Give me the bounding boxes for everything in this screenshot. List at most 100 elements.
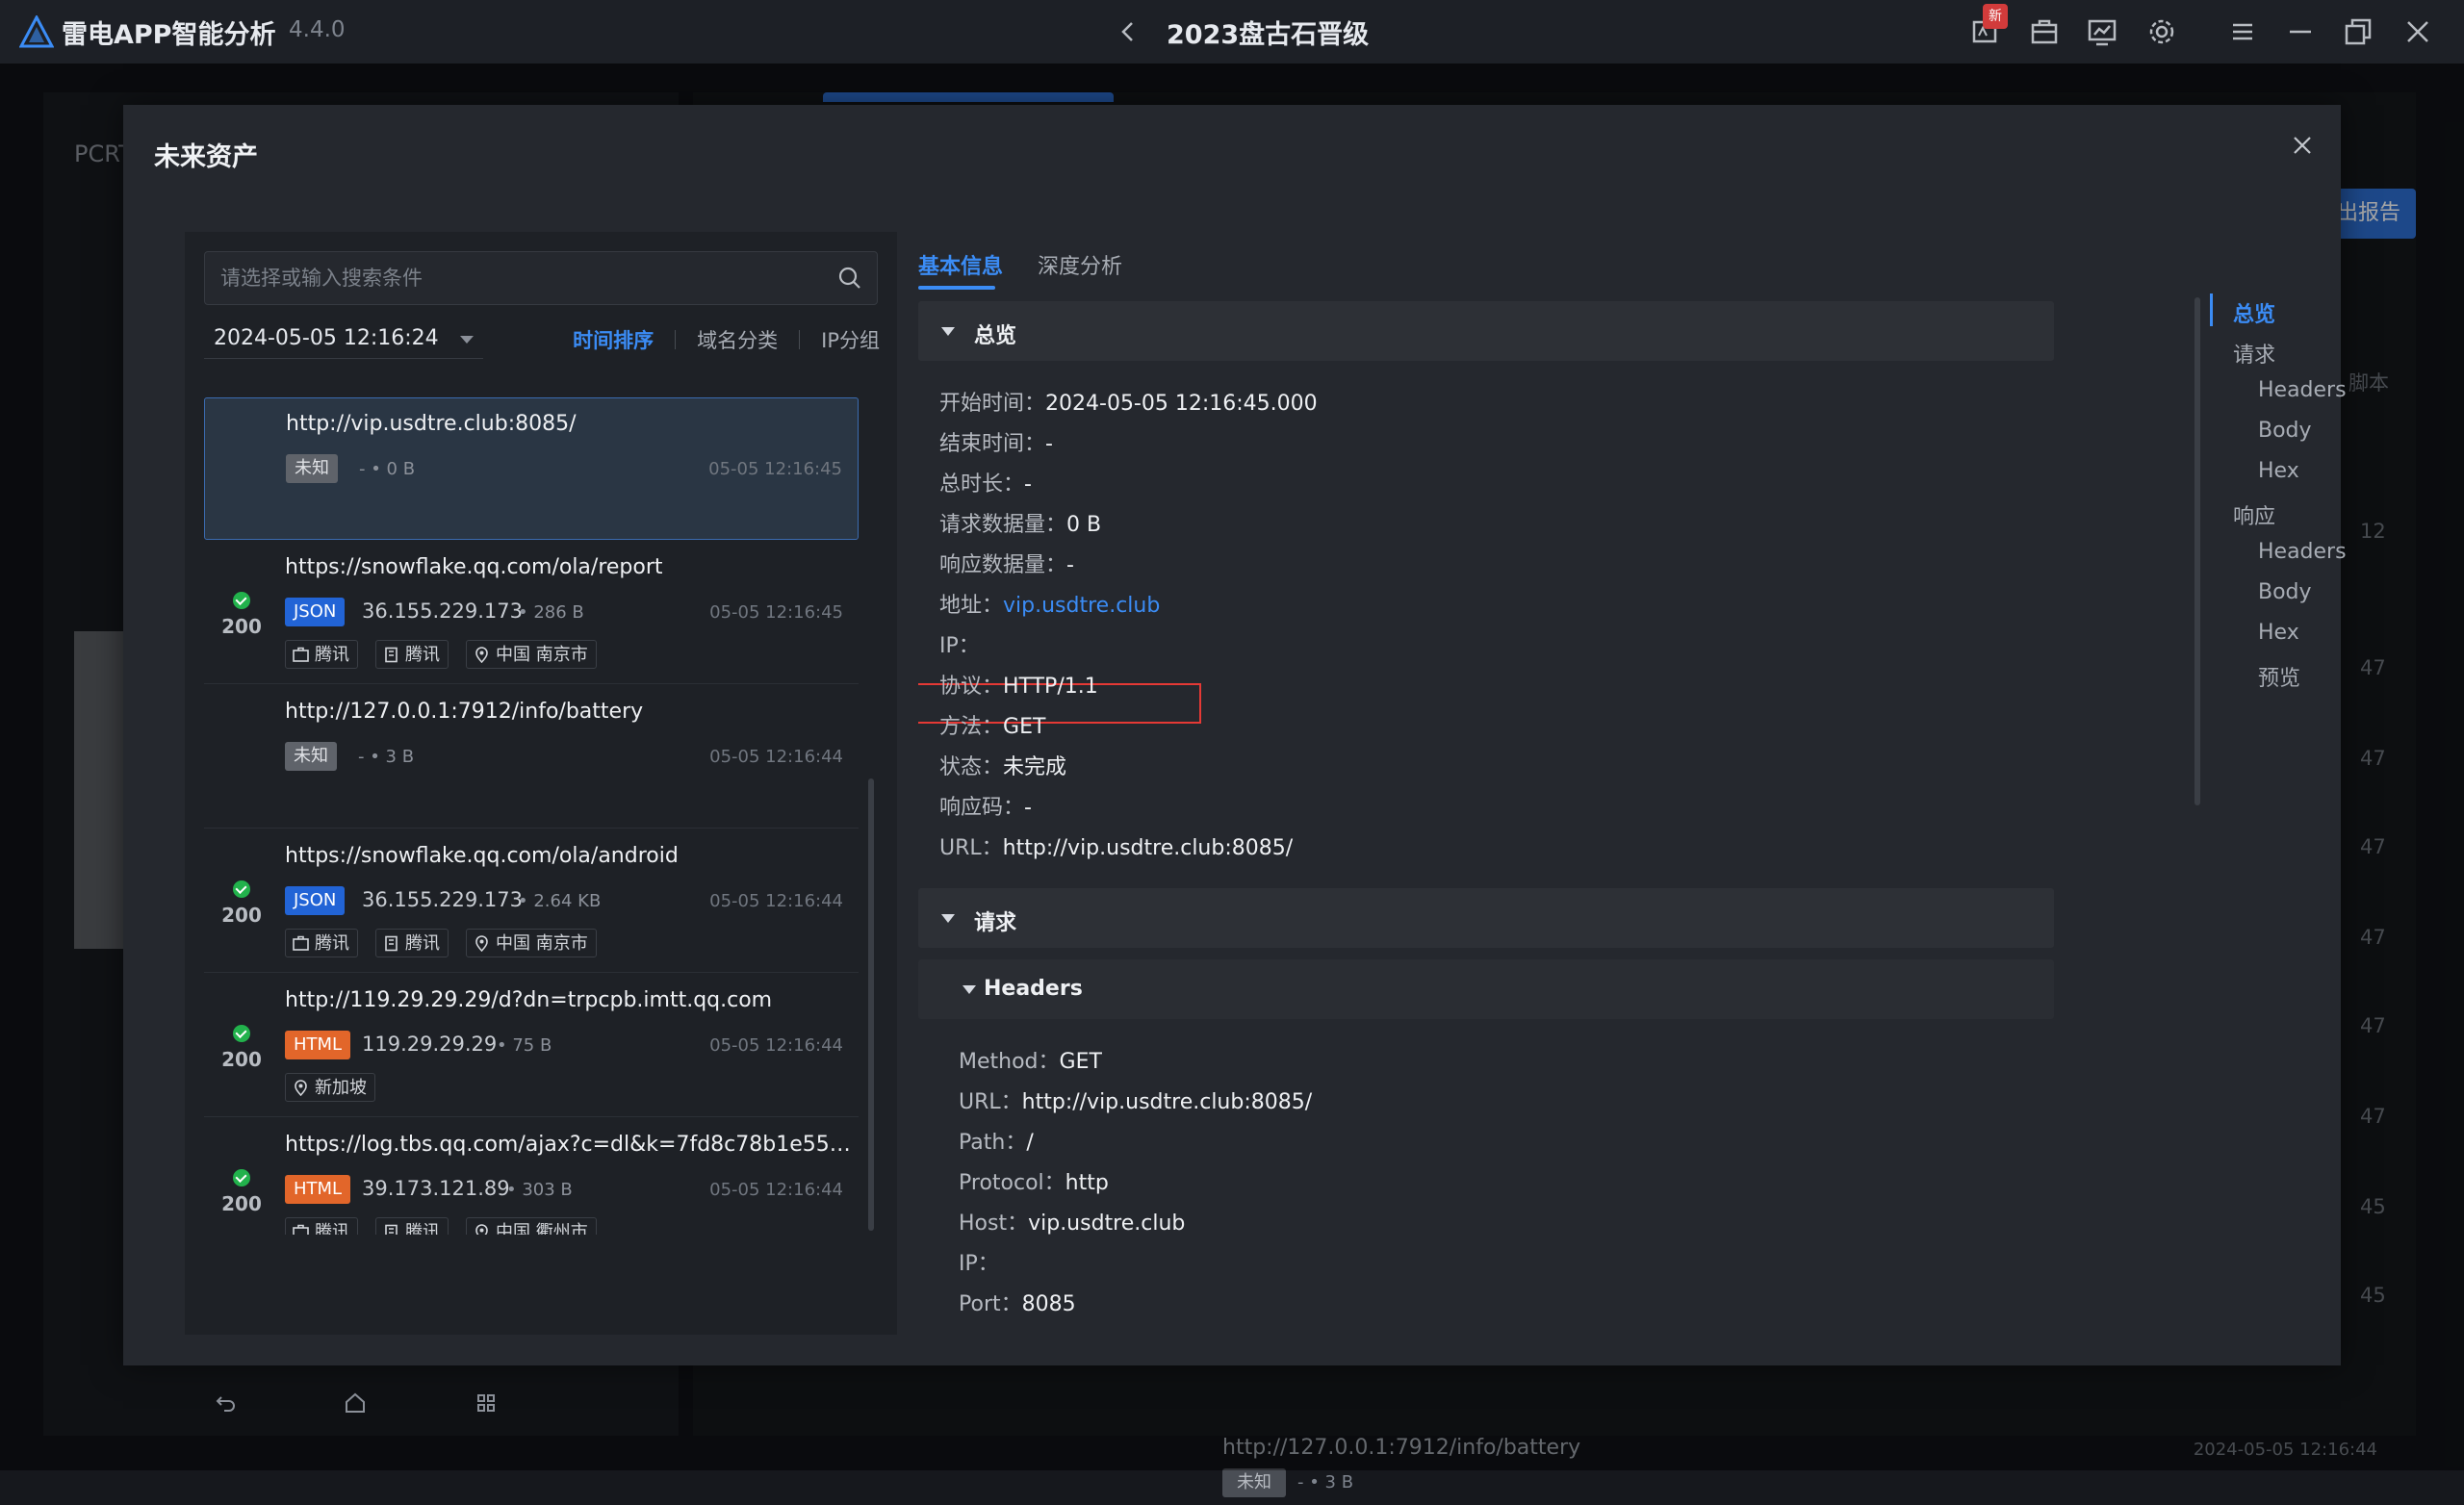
- field-key: URL：: [939, 836, 1003, 860]
- caret-down-icon: [941, 327, 955, 336]
- bg-bottom-nav: [43, 1386, 679, 1424]
- field-value: vip.usdtre.club: [1028, 1212, 1186, 1236]
- item-ip: 36.155.229.173: [362, 888, 523, 911]
- minimize-icon[interactable]: [2283, 14, 2318, 49]
- briefcase-icon[interactable]: [2027, 14, 2062, 49]
- field-value: HTTP/1.1: [1003, 675, 1098, 699]
- grid-icon[interactable]: [475, 1391, 498, 1415]
- briefcase-icon: [293, 1224, 309, 1235]
- bg-row-tag: 未知: [1222, 1468, 1286, 1497]
- location-pin-icon: [475, 1224, 488, 1235]
- status-indicator: 200: [218, 1025, 266, 1071]
- location-pin-icon: [475, 647, 488, 663]
- field-key: IP：: [959, 1252, 999, 1276]
- content-type-tag: HTML: [285, 1175, 351, 1204]
- anchor-overview[interactable]: 总览: [2233, 297, 2275, 328]
- content-type-tag: JSON: [285, 598, 346, 626]
- tab-ip-group[interactable]: IP分组: [800, 325, 880, 354]
- modal-close-icon[interactable]: [2287, 130, 2318, 161]
- field-key: 请求数据量：: [939, 513, 1067, 537]
- list-item[interactable]: 200 http://119.29.29.29/d?dn=trpcpb.imtt…: [204, 975, 859, 1117]
- close-icon[interactable]: [2400, 14, 2435, 49]
- field-key: 总时长：: [939, 472, 1025, 497]
- briefcase-icon: [293, 935, 309, 951]
- field-value: GET: [1059, 1050, 1102, 1074]
- section-overview-header[interactable]: 总览: [918, 301, 2054, 361]
- chip-label: 腾讯: [315, 1222, 349, 1235]
- field-key: 协议：: [939, 675, 1004, 699]
- list-item[interactable]: 200 https://snowflake.qq.com/ola/report …: [204, 542, 859, 684]
- menu-icon[interactable]: [2225, 14, 2260, 49]
- anchor-request[interactable]: 请求: [2233, 338, 2275, 369]
- list-item[interactable]: 200 https://snowflake.qq.com/ola/android…: [204, 830, 859, 973]
- tab-deep-analysis[interactable]: 深度分析: [1038, 249, 1122, 280]
- content-type-tag: 未知: [285, 742, 337, 771]
- anchor-response-headers[interactable]: Headers: [2258, 540, 2347, 564]
- anchor-request-body[interactable]: Body: [2258, 419, 2312, 443]
- item-ip: 39.173.121.89: [362, 1177, 510, 1200]
- list-item[interactable]: http://127.0.0.1:7912/info/battery 未知 - …: [204, 686, 859, 829]
- active-tab-indicator: [918, 286, 995, 290]
- header-method: Method：GET: [959, 1044, 1102, 1075]
- section-request-header[interactable]: 请求: [918, 888, 2054, 948]
- tab-time-sort[interactable]: 时间排序: [552, 325, 675, 354]
- anchor-active-indicator: [2210, 293, 2213, 326]
- item-url: https://snowflake.qq.com/ola/android: [285, 844, 679, 868]
- chip-label: 中国 南京市: [496, 933, 588, 954]
- search-input[interactable]: [218, 252, 815, 304]
- settings-icon[interactable]: [2144, 14, 2179, 49]
- field-value: http: [1065, 1171, 1109, 1195]
- field-value: -: [1024, 796, 1032, 820]
- anchor-response[interactable]: 响应: [2233, 499, 2275, 530]
- field-status: 状态：未完成: [939, 750, 1066, 780]
- undo-icon[interactable]: [215, 1391, 238, 1415]
- field-key: Protocol：: [959, 1171, 1065, 1195]
- home-icon[interactable]: [344, 1391, 367, 1415]
- item-meta: • 303 B: [506, 1180, 573, 1200]
- item-time: 05-05 12:16:44: [709, 891, 843, 911]
- list-scrollbar[interactable]: [868, 778, 874, 1231]
- detail-scrollbar[interactable]: [2194, 297, 2200, 805]
- back-chevron-icon[interactable]: [1116, 15, 1140, 48]
- chip-label: 腾讯: [405, 933, 440, 954]
- building-icon: [385, 647, 398, 663]
- status-code: 200: [221, 1048, 262, 1071]
- status-code: 200: [221, 1192, 262, 1215]
- item-url: http://vip.usdtre.club:8085/: [286, 412, 577, 436]
- date-filter-select[interactable]: 2024-05-05 12:16:24: [204, 320, 483, 359]
- tab-domain-category[interactable]: 域名分类: [676, 325, 799, 354]
- anchor-request-hex[interactable]: Hex: [2258, 459, 2299, 483]
- list-item[interactable]: 200 https://log.tbs.qq.com/ajax?c=dl&k=7…: [204, 1119, 859, 1235]
- location-chip: 中国 南京市: [466, 640, 597, 669]
- anchor-response-hex[interactable]: Hex: [2258, 621, 2299, 645]
- field-protocol: 协议：HTTP/1.1: [939, 669, 1098, 700]
- chip-label: 腾讯: [315, 933, 349, 954]
- success-check-icon: [233, 880, 250, 898]
- field-method: 方法：GET: [939, 709, 1045, 740]
- subsection-headers-header[interactable]: Headers: [918, 959, 2054, 1019]
- anchor-request-headers[interactable]: Headers: [2258, 378, 2347, 402]
- chart-monitor-icon[interactable]: [2085, 14, 2119, 49]
- field-value: http://vip.usdtre.club:8085/: [1021, 1090, 1313, 1114]
- list-item[interactable]: http://vip.usdtre.club:8085/ 未知 - • 0 B …: [204, 397, 859, 540]
- header-ip: IP：: [959, 1246, 999, 1277]
- company-chip: 腾讯: [285, 929, 358, 957]
- tab-basic-info[interactable]: 基本信息: [918, 249, 1003, 280]
- field-value: /: [1026, 1131, 1034, 1155]
- organization-chip: 腾讯: [375, 1217, 449, 1235]
- caret-down-icon: [941, 914, 955, 923]
- search-icon[interactable]: [836, 265, 863, 292]
- field-end-time: 结束时间：-: [939, 426, 1053, 457]
- field-key: Method：: [959, 1050, 1060, 1074]
- anchor-preview[interactable]: 预览: [2258, 661, 2300, 692]
- location-chip: 新加坡: [285, 1073, 375, 1102]
- field-url: URL：http://vip.usdtre.club:8085/: [939, 830, 1293, 861]
- restore-icon[interactable]: [2341, 14, 2375, 49]
- status-indicator: 200: [218, 880, 266, 927]
- field-key: URL：: [959, 1090, 1022, 1114]
- status-code: 200: [221, 904, 262, 927]
- header-host: Host：vip.usdtre.club: [959, 1206, 1185, 1237]
- address-link[interactable]: vip.usdtre.club: [1003, 594, 1160, 618]
- field-key: 响应码：: [939, 796, 1025, 820]
- anchor-response-body[interactable]: Body: [2258, 580, 2312, 604]
